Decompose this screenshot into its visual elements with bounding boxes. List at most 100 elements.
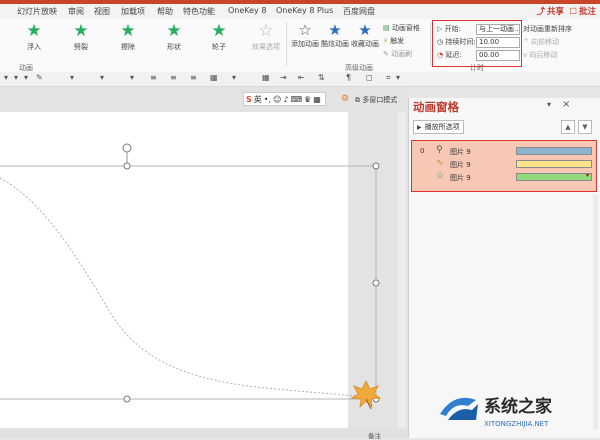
tab-help[interactable]: 帮助 (157, 6, 173, 17)
microphone-icon[interactable]: ♪ (283, 95, 288, 104)
ruler-icon[interactable]: ⌗ (386, 73, 391, 83)
resize-handle[interactable] (372, 279, 380, 287)
animation-pane-button[interactable]: ▤ 动画窗格 (383, 23, 420, 33)
chevron-down-icon[interactable]: ▾ (547, 100, 551, 109)
brush-icon: ✎ (383, 50, 389, 58)
animation-pane-label: 动画窗格 (391, 24, 420, 32)
trigger-button[interactable]: ⚡ 触发 (383, 36, 404, 46)
multi-window-button[interactable]: ⧉ 多窗口模式 (355, 95, 397, 105)
motion-path-overlay (0, 143, 382, 410)
table-icon[interactable]: ▦ (262, 73, 270, 82)
text-direction-icon[interactable]: ⇅ (318, 73, 325, 82)
anim-float-in[interactable]: ★ 浮入 (16, 21, 52, 52)
skin-icon[interactable]: ♛ (304, 95, 311, 104)
list-item[interactable]: ∿ 图片 9 (412, 158, 595, 170)
align-left-icon[interactable]: ≡ (150, 73, 157, 82)
move-earlier-button[interactable]: ^ 向前移动 (523, 37, 559, 47)
trigger-label: 触发 (390, 37, 405, 45)
dropdown-arrow-icon[interactable]: ▾ (100, 73, 104, 82)
emoji-icon[interactable]: ☺ (273, 95, 281, 104)
anim-wheel[interactable]: ★ 轮子 (201, 21, 237, 52)
star-effect-icon: ☆ (436, 171, 445, 181)
dropdown-arrow-icon[interactable]: ▾ (24, 73, 28, 82)
tab-features[interactable]: 特色功能 (183, 6, 215, 17)
indent-icon[interactable]: ⇥ (280, 73, 287, 82)
dropdown-arrow-icon[interactable]: ▾ (14, 73, 18, 82)
favorite-animation-label: 收藏动画 (351, 40, 379, 48)
tab-addins[interactable]: 加载项 (121, 6, 145, 17)
timeline-bar[interactable] (516, 147, 592, 155)
anim-label: 形状 (167, 43, 181, 51)
list-item[interactable]: 0 ⚲ 图片 9 (412, 145, 595, 157)
anim-split[interactable]: ★ 劈裂 (63, 21, 99, 52)
align-right-icon[interactable]: ≡ (190, 73, 197, 82)
tab-slideshow[interactable]: 幻灯片放映 (17, 6, 57, 17)
resize-handle[interactable] (372, 162, 380, 170)
wheel-star-icon: ★ (211, 21, 227, 41)
list-item[interactable]: ☆ 图片 9 ▾ (412, 171, 595, 183)
notes-button[interactable]: 备注 (368, 430, 381, 440)
favorite-animation-button[interactable]: ★ 收藏动画 (350, 21, 380, 49)
dropdown-arrow-icon[interactable]: ▾ (70, 73, 74, 82)
resize-handle[interactable] (123, 395, 131, 403)
move-down-button[interactable]: ▼ (578, 120, 592, 134)
tab-onekey8[interactable]: OneKey 8 (228, 6, 266, 15)
resize-handle[interactable] (123, 162, 131, 170)
pencil-icon[interactable]: ✎ (36, 73, 43, 82)
tab-baidu-netdisk[interactable]: 百度网盘 (343, 6, 375, 17)
split-star-icon: ★ (73, 21, 89, 41)
lightning-icon: ⚡ (383, 37, 388, 45)
favorite-animation-icon: ★ (358, 21, 372, 39)
animation-list: 0 ⚲ 图片 9 ∿ 图片 9 ☆ 图片 9 ▾ (411, 140, 597, 192)
close-icon[interactable]: × (562, 99, 570, 110)
rotate-handle-icon[interactable] (122, 143, 132, 153)
vertical-scrollbar[interactable] (398, 112, 406, 428)
caret-down-icon: v (523, 51, 528, 59)
item-name: 图片 9 (450, 161, 471, 169)
insert-shape-icon[interactable]: ◻ (366, 73, 373, 82)
animation-pane-icon: ▤ (383, 24, 390, 32)
punctuation-icon[interactable]: •, (264, 95, 271, 104)
item-name: 图片 9 (450, 148, 471, 156)
sogou-logo-icon[interactable]: S (246, 95, 252, 104)
move-later-button[interactable]: v 向后移动 (523, 50, 557, 60)
tab-view[interactable]: 视图 (94, 6, 110, 17)
outdent-icon[interactable]: ⇤ (298, 73, 305, 82)
align-center-icon[interactable]: ≡ (170, 73, 177, 82)
grid-icon[interactable]: ▦ (210, 73, 218, 82)
toolbox-icon[interactable]: ▦ (313, 95, 321, 104)
dropdown-arrow-icon[interactable]: ▾ (4, 73, 8, 82)
add-animation-button[interactable]: ☆ 添加动画 (290, 21, 320, 49)
move-up-button[interactable]: ▲ (561, 120, 575, 134)
anim-label: 浮入 (27, 43, 41, 51)
timeline-bar[interactable] (516, 173, 592, 181)
dropdown-arrow-icon[interactable]: ▾ (396, 73, 400, 82)
paragraph-icon[interactable]: ¶ (346, 73, 351, 82)
annotate-button[interactable]: 批注 (569, 5, 596, 17)
move-later-label: 向后移动 (529, 51, 558, 59)
anim-shape[interactable]: ★ 形状 (156, 21, 192, 52)
motion-path-curve[interactable] (0, 177, 379, 399)
wipe-star-icon: ★ (120, 21, 136, 41)
effect-options-button[interactable]: ☆ 效果选项 (248, 21, 284, 52)
share-button[interactable]: 共享 (536, 5, 564, 17)
dropdown-arrow-icon[interactable]: ▾ (232, 73, 236, 82)
ime-lang[interactable]: 英 (254, 94, 262, 105)
item-dropdown-icon[interactable]: ▾ (586, 172, 589, 179)
tab-onekey8plus[interactable]: OneKey 8 Plus (276, 6, 333, 15)
animation-brush-button[interactable]: ✎ 动画刷 (383, 49, 412, 59)
timeline-bar[interactable] (516, 160, 592, 168)
cool-animation-icon: ★ (328, 21, 342, 39)
play-selected-button[interactable]: 播放所选项 (413, 120, 464, 134)
keyboard-icon[interactable]: ⌨ (290, 95, 302, 104)
motion-path-icon: ⚲ (436, 145, 443, 155)
anim-label: 劈裂 (74, 43, 88, 51)
animation-brush-label: 动画刷 (391, 50, 413, 58)
anim-wipe[interactable]: ★ 擦除 (110, 21, 146, 52)
tab-review[interactable]: 审阅 (68, 6, 84, 17)
settings-gear-icon[interactable]: ⚙ (341, 94, 349, 104)
cool-animation-label: 酷炫动画 (321, 40, 349, 48)
dropdown-arrow-icon[interactable]: ▾ (130, 73, 134, 82)
cool-animation-button[interactable]: ★ 酷炫动画 (320, 21, 350, 49)
format-toolbar: ▾ ▾ ▾ ✎ ▾ ▾ ▾ ≡ ≡ ≡ ▦ ▾ ▦ ⇥ ⇤ ⇅ ¶ ◻ ⌗ ▾ (0, 72, 600, 87)
